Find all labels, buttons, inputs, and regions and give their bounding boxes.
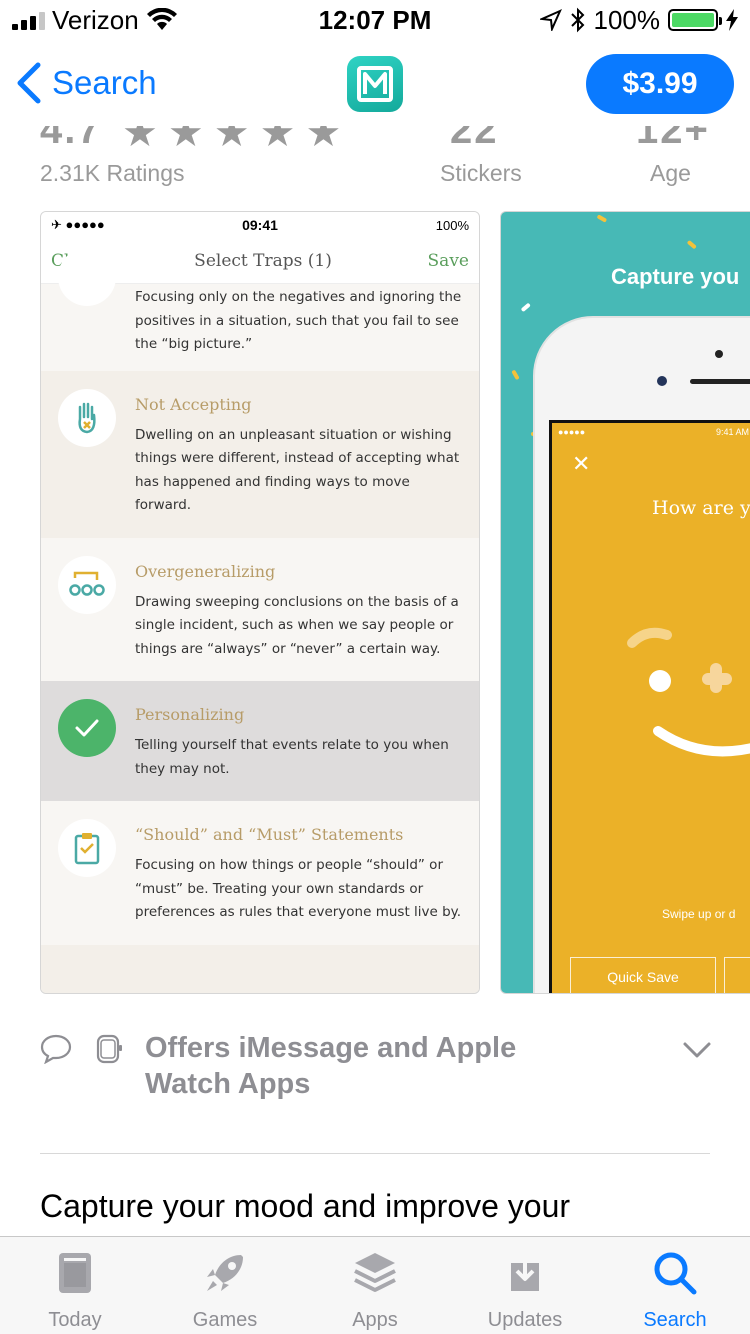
tab-bar: Today Games Apps Updates Search [0, 1236, 750, 1334]
secondary-button [724, 957, 750, 993]
chart-rank: 22 [450, 126, 499, 152]
tab-label: Updates [487, 1309, 563, 1331]
trap-name: Personalizing [135, 705, 245, 724]
price-button[interactable]: $3.99 [586, 54, 734, 114]
trap-item-not-accepting: Not Accepting Dwelling on an unpleasant … [41, 370, 479, 538]
tab-label: Apps [352, 1309, 398, 1331]
trap-item [41, 944, 479, 993]
swipe-hint: Swipe up or d [662, 907, 736, 921]
trap-desc: Focusing only on the negatives and ignor… [135, 289, 462, 352]
trap-item: Focusing only on the negatives and ignor… [41, 248, 479, 371]
trap-icon [58, 248, 116, 306]
phone-time: 9:41 AM [715, 427, 749, 437]
download-icon [511, 1253, 539, 1291]
today-icon [59, 1253, 91, 1293]
trap-name: Not Accepting [135, 394, 252, 414]
status-right: 100% [539, 4, 738, 35]
chevron-down-icon[interactable] [682, 1040, 712, 1060]
circles-icon [58, 555, 116, 614]
trap-desc: Focusing on how things or people “should… [135, 857, 462, 920]
mood-question: How are y [652, 497, 750, 519]
status-bar: Verizon 12:07 PM 100% [0, 0, 750, 40]
ratings-count: 2.31K Ratings [40, 160, 185, 186]
location-icon [539, 9, 562, 31]
quick-save-button: Quick Save [570, 957, 716, 993]
phone-status: ●●●●● 9:41 AM [558, 427, 749, 437]
charging-icon [726, 9, 738, 31]
age-rating: 12+ [636, 126, 710, 152]
tab-label: Games [192, 1309, 258, 1331]
back-button[interactable]: Search [16, 62, 157, 104]
inner-title: Select Traps (1) [194, 250, 332, 271]
check-icon [58, 699, 116, 757]
inner-status-time: 09:41 [242, 217, 278, 233]
tab-label: Today [48, 1309, 102, 1331]
inner-save-button: Save [427, 250, 469, 271]
description-text: Capture your mood and improve your [40, 1188, 571, 1224]
watch-icon [96, 1034, 122, 1064]
age-label: Age [650, 160, 691, 186]
rating-score: 4.7 [40, 126, 102, 152]
screenshot-2[interactable]: Capture you ●●●●● 9:41 AM ✕ How are y Swi… [500, 211, 750, 994]
screenshot-1[interactable]: ✈ ●●●●● 09:41 100% Close Select Traps (1… [40, 211, 480, 994]
tab-apps[interactable]: Apps [300, 1237, 450, 1334]
back-label: Search [52, 64, 157, 101]
message-bubble-icon [40, 1034, 72, 1064]
rank-label: Stickers [440, 160, 522, 186]
face-icon [627, 627, 750, 757]
divider [40, 1153, 710, 1154]
tab-updates[interactable]: Updates [450, 1237, 600, 1334]
layers-icon [354, 1253, 396, 1292]
tab-today[interactable]: Today [0, 1237, 150, 1334]
trap-item-should-must: “Should” and “Must” Statements Focusing … [41, 801, 479, 945]
app-logo-icon [357, 66, 393, 102]
search-icon [654, 1252, 697, 1295]
close-icon: ✕ [572, 451, 591, 476]
battery-icon [668, 9, 722, 31]
screenshot-2-title: Capture you [611, 264, 740, 289]
trap-desc: Drawing sweeping conclusions on the basi… [135, 593, 459, 657]
offers-row[interactable]: Offers iMessage and Apple Watch Apps [40, 1030, 720, 1110]
battery-percent: 100% [593, 4, 661, 35]
trap-name: “Should” and “Must” Statements [135, 825, 404, 844]
bluetooth-icon [570, 7, 584, 33]
trap-desc: Telling yourself that events relate to y… [135, 737, 449, 777]
chevron-left-icon [17, 62, 41, 104]
tab-search[interactable]: Search [600, 1237, 750, 1334]
star-rating-icon: ★★★★★ [122, 126, 352, 155]
tab-games[interactable]: Games [150, 1237, 300, 1334]
trap-item-personalizing: Personalizing Telling yourself that even… [41, 681, 479, 801]
tab-label: Search [643, 1309, 707, 1331]
inner-status-bar: ✈ ●●●●● 09:41 100% [41, 212, 479, 238]
trap-item-overgeneralizing: Overgeneralizing Drawing sweeping conclu… [41, 538, 479, 682]
nav-bar: Search $3.99 [0, 40, 750, 126]
app-icon [347, 56, 403, 112]
clipboard-icon [58, 819, 116, 877]
ratings-strip: 4.7 ★★★★★ 2.31K Ratings 22 Stickers 12+ … [0, 126, 750, 202]
hand-icon [58, 388, 116, 447]
trap-name: Overgeneralizing [135, 561, 276, 581]
phone-screen: ●●●●● 9:41 AM ✕ How are y Swipe up or d Q… [549, 420, 750, 993]
rocket-icon [207, 1255, 243, 1291]
trap-desc: Dwelling on an unpleasant situation or w… [135, 426, 460, 514]
offers-text: Offers iMessage and Apple Watch Apps [145, 1032, 517, 1100]
